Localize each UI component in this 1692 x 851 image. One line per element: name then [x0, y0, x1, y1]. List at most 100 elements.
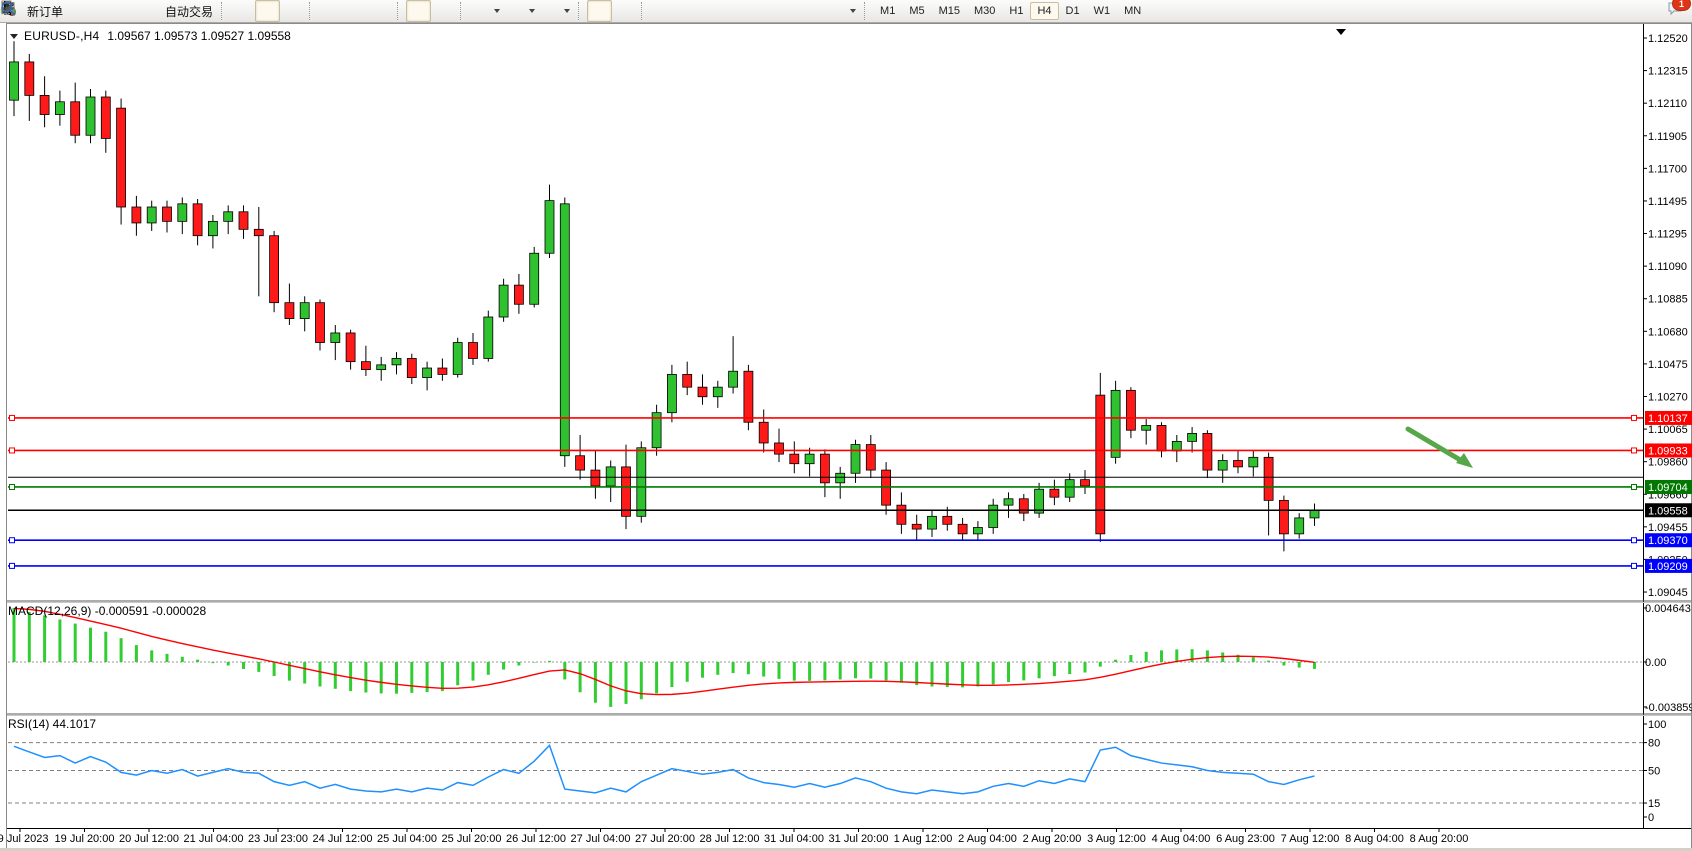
svg-text:1.09455: 1.09455 — [1648, 522, 1688, 534]
svg-text:15: 15 — [1648, 798, 1660, 810]
channel-icon: E — [729, 3, 746, 20]
toolbar-separator — [309, 2, 314, 20]
chart-candles-button[interactable] — [255, 0, 280, 22]
chart-shift-icon — [435, 3, 452, 20]
vertical-line-button[interactable] — [650, 0, 675, 22]
timeframe-h4[interactable]: H4 — [1030, 2, 1058, 20]
templates-dropdown[interactable] — [539, 0, 574, 22]
time-axis[interactable]: 19 Jul 2023 19 Jul 20:00 20 Jul 12:00 21 Ju… — [0, 829, 1468, 846]
symbol-dropdown-icon[interactable] — [10, 34, 18, 39]
tile-windows-button[interactable] — [368, 0, 393, 22]
horizontal-line-button[interactable] — [675, 0, 700, 22]
svg-text:1.09209: 1.09209 — [1648, 561, 1688, 573]
market-icon — [71, 3, 88, 20]
chart-window[interactable]: 1.125201.123151.121101.119051.117001.114… — [0, 23, 1692, 851]
tile-windows-icon — [372, 3, 389, 20]
svg-text:0.00: 0.00 — [1645, 657, 1666, 669]
svg-text:25 Jul 04:00: 25 Jul 04:00 — [377, 833, 437, 845]
chart-title: EURUSD-,H4 1.09567 1.09573 1.09527 1.095… — [10, 29, 291, 43]
candlesticks[interactable] — [10, 41, 1320, 551]
bars-chart-icon — [234, 3, 251, 20]
hline-1.09704[interactable]: 1.09704 — [8, 480, 1692, 494]
chart-shift-button[interactable] — [431, 0, 456, 22]
chat-button[interactable]: 1 — [1667, 0, 1684, 22]
timeframe-m5[interactable]: M5 — [902, 2, 931, 20]
svg-text:1 Aug 12:00: 1 Aug 12:00 — [894, 833, 953, 845]
timeframe-m1[interactable]: M1 — [873, 2, 902, 20]
text-label-button[interactable]: T — [800, 0, 825, 22]
svg-text:1.10475: 1.10475 — [1648, 359, 1688, 371]
svg-text:27 Jul 20:00: 27 Jul 20:00 — [635, 833, 695, 845]
indicators-dropdown[interactable] — [469, 0, 504, 22]
svg-text:26 Jul 12:00: 26 Jul 12:00 — [506, 833, 566, 845]
autoscroll-icon — [410, 3, 427, 20]
autotrade-button[interactable]: 自动交易 — [142, 0, 217, 22]
svg-text:1.10885: 1.10885 — [1648, 294, 1688, 306]
hline-1.09370[interactable]: 1.09370 — [8, 533, 1692, 547]
svg-text:27 Jul 04:00: 27 Jul 04:00 — [571, 833, 631, 845]
trendline-button[interactable] — [700, 0, 725, 22]
hline-1.09209[interactable]: 1.09209 — [8, 559, 1692, 573]
periods-dropdown[interactable] — [504, 0, 539, 22]
dropdown-caret-icon — [494, 9, 500, 13]
dropdown-caret-icon — [564, 9, 570, 13]
macd-label: MACD(12,26,9) -0.000591 -0.000028 — [8, 604, 206, 618]
svg-text:80: 80 — [1648, 738, 1660, 750]
notification-badge: 1 — [1672, 0, 1691, 11]
svg-text:8 Aug 04:00: 8 Aug 04:00 — [1345, 833, 1404, 845]
svg-text:7 Aug 12:00: 7 Aug 12:00 — [1281, 833, 1340, 845]
search-icon[interactable] — [1642, 3, 1659, 20]
timeframe-d1[interactable]: D1 — [1059, 2, 1087, 20]
svg-text:21 Jul 04:00: 21 Jul 04:00 — [184, 833, 244, 845]
svg-text:1.10137: 1.10137 — [1648, 413, 1688, 425]
market-button[interactable] — [67, 0, 92, 22]
svg-text:20 Jul 12:00: 20 Jul 12:00 — [119, 833, 179, 845]
rsi-panel[interactable]: 1008050150 — [8, 719, 1666, 824]
community-button[interactable] — [92, 0, 117, 22]
timeframe-mn[interactable]: MN — [1117, 2, 1148, 20]
chart-line-button[interactable] — [280, 0, 305, 22]
chart-ohlc-values: 1.09567 1.09573 1.09527 1.09558 — [107, 29, 291, 43]
svg-text:1.10680: 1.10680 — [1648, 326, 1688, 338]
svg-text:1.12520: 1.12520 — [1648, 33, 1688, 45]
cursor-button[interactable] — [587, 0, 612, 22]
chart-frame — [7, 24, 1692, 849]
toolbar-separator — [864, 2, 869, 20]
timeframe-h1[interactable]: H1 — [1002, 2, 1030, 20]
toolbar-separator — [460, 2, 465, 20]
timeframe-m15[interactable]: M15 — [932, 2, 967, 20]
chart-shift-marker[interactable] — [1336, 29, 1346, 35]
crosshair-button[interactable] — [612, 0, 637, 22]
dropdown-caret-icon — [850, 9, 856, 13]
signals-button[interactable] — [117, 0, 142, 22]
autoscroll-button[interactable] — [406, 0, 431, 22]
zoom-in-button[interactable] — [318, 0, 343, 22]
chart-canvas[interactable]: 1.125201.123151.121101.119051.117001.114… — [0, 23, 1692, 851]
svg-text:28 Jul 12:00: 28 Jul 12:00 — [700, 833, 760, 845]
line-chart-icon — [284, 3, 301, 20]
svg-text:19 Jul 2023: 19 Jul 2023 — [0, 833, 48, 845]
timeframe-m30[interactable]: M30 — [967, 2, 1002, 20]
svg-text:1.11495: 1.11495 — [1648, 196, 1687, 208]
channel-button[interactable]: E — [725, 0, 750, 22]
svg-text:8 Aug 20:00: 8 Aug 20:00 — [1410, 833, 1469, 845]
community-icon — [96, 3, 113, 20]
trend-arrow-annotation[interactable] — [1408, 429, 1473, 468]
zoom-out-button[interactable] — [343, 0, 368, 22]
timeframe-w1[interactable]: W1 — [1087, 2, 1118, 20]
hline-1.10137[interactable]: 1.10137 — [8, 411, 1692, 425]
svg-text:19 Jul 20:00: 19 Jul 20:00 — [55, 833, 115, 845]
autotrade-label: 自动交易 — [165, 3, 213, 20]
svg-text:2 Aug 04:00: 2 Aug 04:00 — [958, 833, 1017, 845]
macd-panel[interactable]: 0.0046430.00-0.003859 — [8, 603, 1692, 714]
text-button[interactable]: A — [775, 0, 800, 22]
chart-bars-button[interactable] — [230, 0, 255, 22]
arrows-dropdown[interactable] — [825, 0, 860, 22]
fibonacci-button[interactable]: F — [750, 0, 775, 22]
svg-text:1.09370: 1.09370 — [1648, 535, 1688, 547]
svg-text:100: 100 — [1648, 719, 1666, 731]
indicators-icon — [473, 3, 490, 20]
cursor-icon — [591, 3, 608, 20]
candles-chart-icon — [259, 3, 276, 20]
hline-1.09558[interactable]: 1.09558 — [8, 503, 1692, 517]
